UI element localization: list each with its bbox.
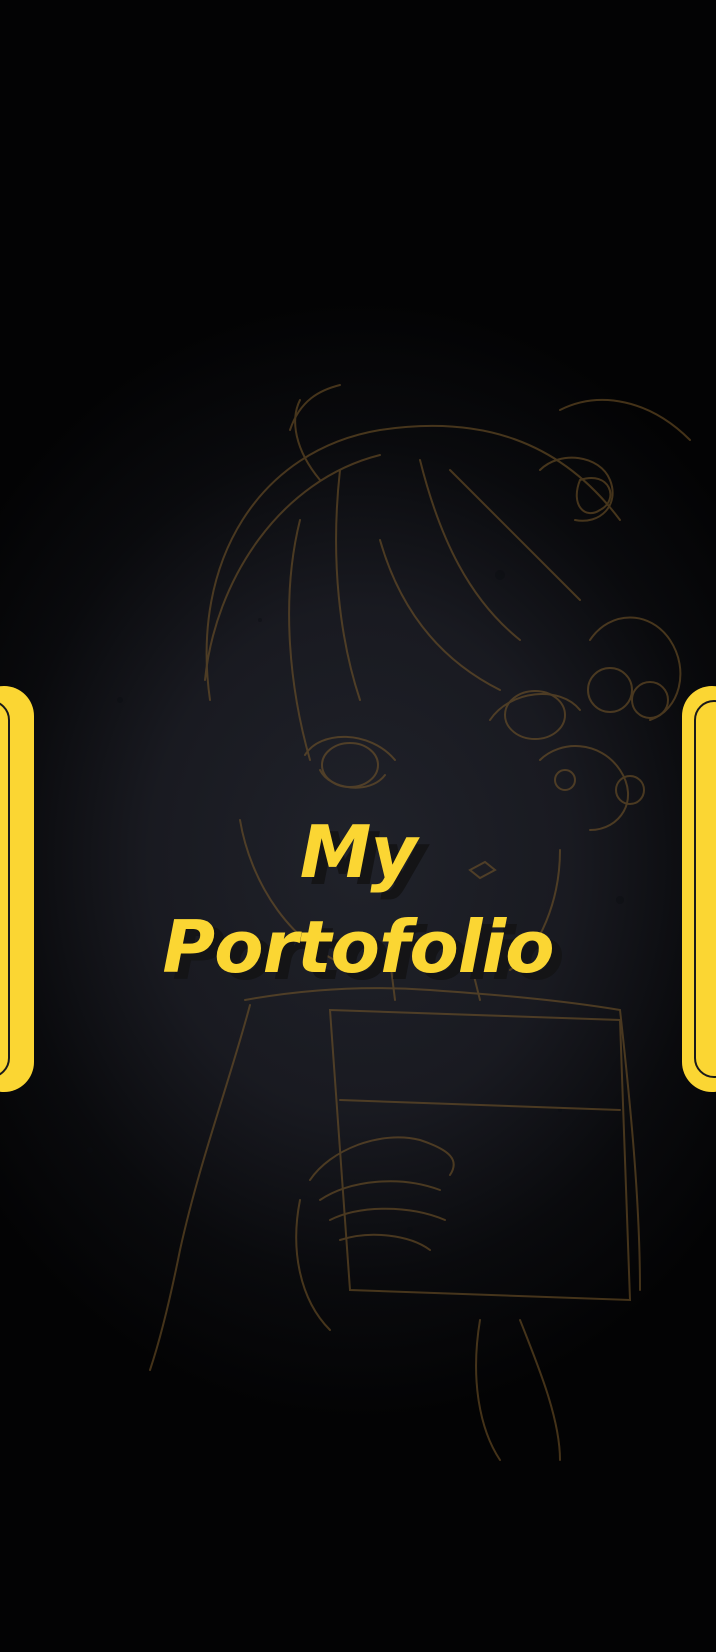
title-line-1: My My bbox=[0, 805, 716, 901]
title-line-2: Portofolio Portofolio bbox=[0, 900, 716, 996]
portfolio-hero: My My Portofolio Portofolio bbox=[0, 0, 716, 1652]
page-title: My My Portofolio Portofolio bbox=[0, 805, 716, 996]
title-line-1-text: My bbox=[299, 810, 418, 894]
title-line-2-text: Portofolio bbox=[162, 905, 554, 989]
